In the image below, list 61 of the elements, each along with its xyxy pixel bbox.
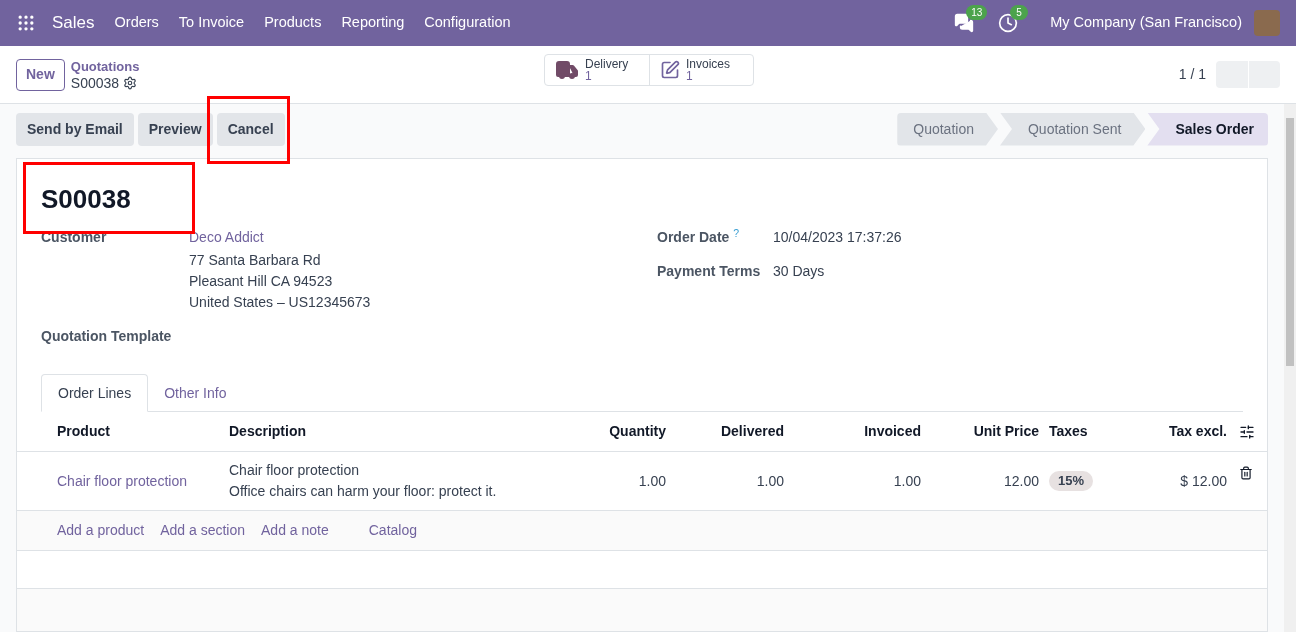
status-stage[interactable]: Quotation bbox=[897, 112, 998, 146]
scrollbar[interactable] bbox=[1284, 104, 1296, 632]
company-switcher[interactable]: My Company (San Francisco) bbox=[1050, 12, 1242, 34]
column-header[interactable]: Unit Price bbox=[921, 421, 1039, 442]
action-button[interactable]: Send by Email bbox=[16, 112, 134, 146]
menu-item[interactable]: Configuration bbox=[424, 12, 511, 34]
table-cell-text: 1.00 bbox=[755, 471, 784, 491]
table-cell-text: 1.00 bbox=[637, 471, 666, 491]
field-label: Quotation Template bbox=[41, 327, 173, 346]
smart-button[interactable]: Delivery 1 bbox=[545, 55, 649, 85]
action-button[interactable]: Cancel bbox=[216, 112, 285, 146]
apps-menu-icon[interactable] bbox=[16, 13, 36, 33]
column-header[interactable]: Taxes bbox=[1039, 421, 1127, 442]
table-cell-text: $ 12.00 bbox=[1179, 471, 1227, 491]
order-title: S00038 bbox=[41, 183, 132, 215]
column-header[interactable]: Quantity bbox=[577, 421, 666, 442]
status-stage[interactable]: Quotation Sent bbox=[1000, 112, 1146, 146]
field-label: Order Date $^{?}$ bbox=[657, 227, 741, 247]
order-date-value: 10/04/2023 17:37:26 bbox=[773, 228, 902, 247]
add-line-link[interactable]: Add a product bbox=[57, 520, 145, 541]
help-tooltip-icon[interactable]: ? bbox=[733, 226, 740, 239]
column-header[interactable]: Description bbox=[229, 421, 577, 442]
field-label: Payment Terms bbox=[657, 262, 762, 281]
payment-terms-value: 30 Days bbox=[773, 262, 825, 281]
messages-count-badge: 13 bbox=[966, 5, 988, 20]
column-header[interactable]: Invoiced bbox=[784, 421, 921, 442]
breadcrumb-link[interactable]: Quotations bbox=[70, 58, 140, 75]
app-name[interactable]: Sales bbox=[52, 10, 95, 36]
column-header[interactable]: Tax excl. bbox=[1127, 421, 1227, 442]
add-line-link[interactable]: Add a section bbox=[160, 520, 245, 541]
form-tab[interactable]: Order Lines bbox=[41, 374, 149, 412]
address-line: United States – US12345673 bbox=[189, 293, 371, 312]
tax-tag: 15% bbox=[1049, 471, 1094, 491]
address-line: 77 Santa Barbara Rd bbox=[189, 251, 322, 270]
add-line-link[interactable]: Catalog bbox=[368, 520, 417, 541]
menu-item[interactable]: Products bbox=[264, 12, 322, 34]
status-stage[interactable]: Sales Order bbox=[1147, 112, 1268, 146]
table-cell-text: 12.00 bbox=[1002, 471, 1039, 491]
new-button[interactable]: New bbox=[16, 58, 65, 91]
address-line: Pleasant Hill CA 94523 bbox=[189, 272, 334, 291]
description-line: Office chairs can harm your floor: protect it. bbox=[229, 482, 498, 501]
column-header[interactable]: Delivered bbox=[666, 421, 784, 442]
description-line: Chair floor protection bbox=[229, 461, 360, 480]
truck-icon bbox=[555, 58, 579, 82]
table-cell-text: 1.00 bbox=[892, 471, 921, 491]
activities-count-badge: 5 bbox=[1010, 5, 1028, 20]
product-link[interactable]: Chair floor protection bbox=[57, 470, 229, 492]
column-options-icon[interactable] bbox=[1239, 423, 1255, 440]
menu-item[interactable]: Reporting bbox=[341, 12, 405, 34]
settings-icon[interactable] bbox=[123, 75, 138, 90]
smart-button[interactable]: Invoices 1 bbox=[649, 55, 753, 85]
record-name: S00038 bbox=[70, 74, 120, 91]
action-button[interactable]: Preview bbox=[137, 112, 213, 146]
add-line-link[interactable]: Add a note bbox=[261, 520, 329, 541]
pager-value: 1 / 1 bbox=[1178, 65, 1206, 84]
delete-icon[interactable] bbox=[1239, 466, 1253, 480]
form-tab[interactable]: Other Info bbox=[148, 374, 243, 412]
column-header[interactable]: Product bbox=[57, 421, 229, 442]
menu-item[interactable]: Orders bbox=[114, 12, 159, 34]
menu-item[interactable]: To Invoice bbox=[178, 12, 245, 34]
edit-icon bbox=[660, 60, 680, 80]
